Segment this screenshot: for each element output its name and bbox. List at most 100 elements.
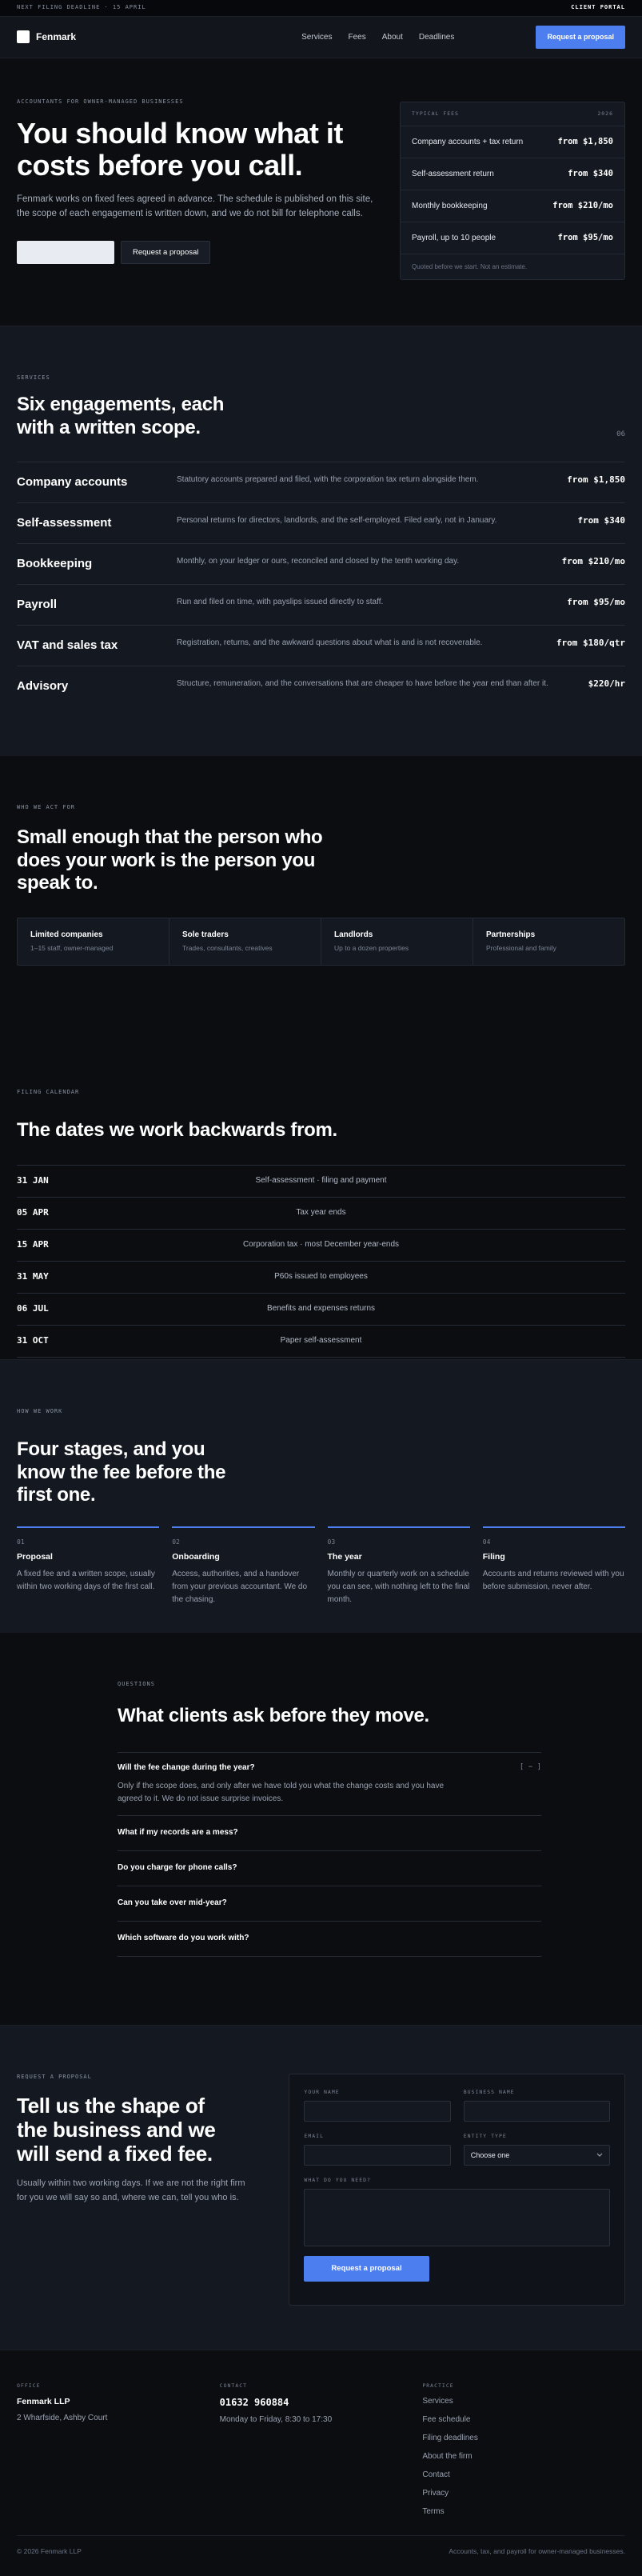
- email-label: EMAIL: [304, 2133, 324, 2140]
- submit-proposal-button[interactable]: Request a proposal: [304, 2256, 429, 2282]
- stage-desc: Accounts and returns reviewed with you b…: [482, 1570, 624, 1592]
- calendar-event: Corporation tax · most December year-end…: [242, 1240, 400, 1250]
- faq-title: What clients ask before they move.: [118, 1704, 429, 1726]
- footer-practice: PRACTICE Services Fee schedule Filing de…: [422, 2382, 625, 2518]
- stages-section: HOW WE WORK Four stages, and you know th…: [0, 1359, 642, 1633]
- client-type-card: Partnerships Professional and family: [473, 918, 624, 965]
- footer-practice-heading: PRACTICE: [422, 2382, 454, 2389]
- faq-section: QUESTIONS What clients ask before they m…: [0, 1633, 642, 2025]
- service-price: from $180/qtr: [556, 638, 625, 649]
- service-row-advisory[interactable]: Advisory Structure, remuneration, and th…: [17, 666, 625, 706]
- footer-link-about[interactable]: About the firm: [422, 2451, 625, 2462]
- name-input[interactable]: [304, 2101, 451, 2122]
- fee-price: from $1,850: [557, 137, 613, 147]
- services-title: Six engagements, each with a written sco…: [17, 393, 225, 438]
- request-eyebrow: REQUEST A PROPOSAL: [17, 2074, 92, 2080]
- nav-link-services[interactable]: Services: [301, 32, 332, 43]
- footer-link-privacy[interactable]: Privacy: [422, 2488, 625, 2499]
- fee-price: from $210/mo: [552, 201, 613, 211]
- service-name: Payroll: [17, 598, 58, 612]
- name-field-group: YOUR NAME: [304, 2089, 451, 2122]
- brand[interactable]: Fenmark: [17, 30, 76, 44]
- calendar-title: The dates we work backwards from.: [17, 1118, 337, 1141]
- services-header: Six engagements, each with a written sco…: [17, 394, 625, 440]
- faq-answer: Only if the scope does, and only after w…: [118, 1781, 445, 1803]
- client-type-desc: Trades, consultants, creatives: [182, 944, 273, 953]
- request-body: Usually within two working days. If we a…: [17, 2178, 245, 2202]
- nav-cta-button[interactable]: Request a proposal: [536, 26, 625, 49]
- client-type-desc: Up to a dozen properties: [334, 944, 409, 953]
- service-desc: Monthly, on your ledger or ours, reconci…: [177, 557, 460, 566]
- footer-office-name: Fenmark LLP: [17, 2397, 70, 2407]
- faq-item[interactable]: Which software do you work with?: [118, 1920, 541, 1956]
- who-title: Small enough that the person who does yo…: [17, 826, 323, 894]
- faq-question-row: What if my records are a mess?: [118, 1827, 541, 1838]
- stage-name: Proposal: [17, 1552, 53, 1562]
- nav-link-deadlines[interactable]: Deadlines: [419, 32, 454, 43]
- calendar-list: 31 JAN Self-assessment · filing and paym…: [17, 1164, 625, 1358]
- faq-item[interactable]: Do you charge for phone calls?: [118, 1850, 541, 1886]
- footer-office-heading: OFFICE: [17, 2382, 41, 2389]
- service-desc: Registration, returns, and the awkward q…: [177, 638, 483, 648]
- hero-primary-button[interactable]: [17, 241, 114, 265]
- footer: OFFICE Fenmark LLP 2 Wharfside, Ashby Co…: [0, 2350, 642, 2576]
- stages-grid: 01 Proposal A fixed fee and a written sc…: [17, 1526, 625, 1606]
- need-label: WHAT DO YOU NEED?: [304, 2177, 371, 2184]
- business-field-group: BUSINESS NAME: [463, 2089, 611, 2122]
- calendar-row: 31 JAN Self-assessment · filing and paym…: [17, 1164, 625, 1197]
- calendar-date: 15 APR: [17, 1239, 49, 1250]
- faq-item[interactable]: What if my records are a mess?: [118, 1814, 541, 1850]
- service-row-company-accounts[interactable]: Company accounts Statutory accounts prep…: [17, 462, 625, 502]
- service-row-self-assessment[interactable]: Self-assessment Personal returns for dir…: [17, 502, 625, 543]
- footer-phone[interactable]: 01632 960884: [220, 2396, 423, 2410]
- email-field-group: EMAIL: [304, 2133, 451, 2166]
- service-row-payroll[interactable]: Payroll Run and filed on time, with pays…: [17, 584, 625, 625]
- footer-link-contact[interactable]: Contact: [422, 2470, 625, 2481]
- nav-link-fees[interactable]: Fees: [349, 32, 366, 43]
- client-portal-link[interactable]: CLIENT PORTAL: [571, 4, 625, 12]
- entity-field-group: ENTITY TYPE Choose one: [463, 2133, 611, 2166]
- faq-question-row[interactable]: Will the fee change during the year? [ −…: [118, 1762, 541, 1774]
- footer-link-services[interactable]: Services: [422, 2396, 625, 2407]
- footer-link-terms[interactable]: Terms: [422, 2506, 625, 2518]
- hero-body: Fenmark works on fixed fees agreed in ad…: [17, 194, 373, 219]
- client-type-desc: Professional and family: [486, 944, 556, 953]
- hero-proposal-button[interactable]: Request a proposal: [121, 241, 211, 265]
- collapse-toggle-icon[interactable]: [ − ]: [520, 1762, 541, 1773]
- stage-name: Onboarding: [172, 1552, 220, 1562]
- email-input[interactable]: [304, 2145, 451, 2166]
- faq-item[interactable]: Can you take over mid-year?: [118, 1885, 541, 1921]
- footer-bottom: © 2026 Fenmark LLP Accounts, tax, and pa…: [17, 2535, 625, 2557]
- form-row: YOUR NAME BUSINESS NAME: [304, 2089, 611, 2122]
- services-list: Company accounts Statutory accounts prep…: [17, 462, 625, 706]
- service-desc: Statutory accounts prepared and filed, w…: [177, 475, 479, 485]
- calendar-section: FILING CALENDAR The dates we work backwa…: [0, 1041, 642, 1359]
- client-type-desc: 1–15 staff, owner-managed: [30, 944, 114, 953]
- business-input[interactable]: [463, 2101, 611, 2122]
- need-textarea[interactable]: [304, 2189, 610, 2247]
- calendar-date: 31 MAY: [17, 1271, 49, 1282]
- service-row-vat[interactable]: VAT and sales tax Registration, returns,…: [17, 625, 625, 666]
- service-name: Advisory: [17, 679, 69, 694]
- nav-link-about[interactable]: About: [382, 32, 403, 43]
- service-price: from $210/mo: [561, 556, 625, 567]
- fee-row: Monthly bookkeeping from $210/mo: [401, 190, 624, 223]
- faq-question: Will the fee change during the year?: [118, 1762, 255, 1772]
- deadline-notice: NEXT FILING DEADLINE · 15 APRIL: [17, 4, 146, 11]
- faq-question: What if my records are a mess?: [118, 1828, 238, 1838]
- stage-number: 04: [482, 1538, 491, 1546]
- client-type-card: Landlords Up to a dozen properties: [321, 918, 473, 966]
- faq-question-row: Which software do you work with?: [118, 1933, 541, 1944]
- fee-name: Payroll, up to 10 people: [412, 233, 496, 242]
- service-desc: Structure, remuneration, and the convers…: [177, 679, 548, 689]
- stage-desc: A fixed fee and a written scope, usually…: [17, 1570, 155, 1592]
- fee-row: Company accounts + tax return from $1,85…: [401, 126, 624, 159]
- client-type-card: Limited companies 1–15 staff, owner-mana…: [18, 918, 169, 966]
- stages-title: Four stages, and you know the fee before…: [17, 1438, 226, 1506]
- typical-fees-card: TYPICAL FEES 2026 Company accounts + tax…: [400, 102, 625, 281]
- footer-link-fee-schedule[interactable]: Fee schedule: [422, 2414, 625, 2426]
- service-row-bookkeeping[interactable]: Bookkeeping Monthly, on your ledger or o…: [17, 543, 625, 584]
- entity-select[interactable]: Choose one: [463, 2145, 611, 2166]
- footer-link-filing-deadlines[interactable]: Filing deadlines: [422, 2433, 625, 2444]
- calendar-row: 06 JUL Benefits and expenses returns: [17, 1292, 625, 1325]
